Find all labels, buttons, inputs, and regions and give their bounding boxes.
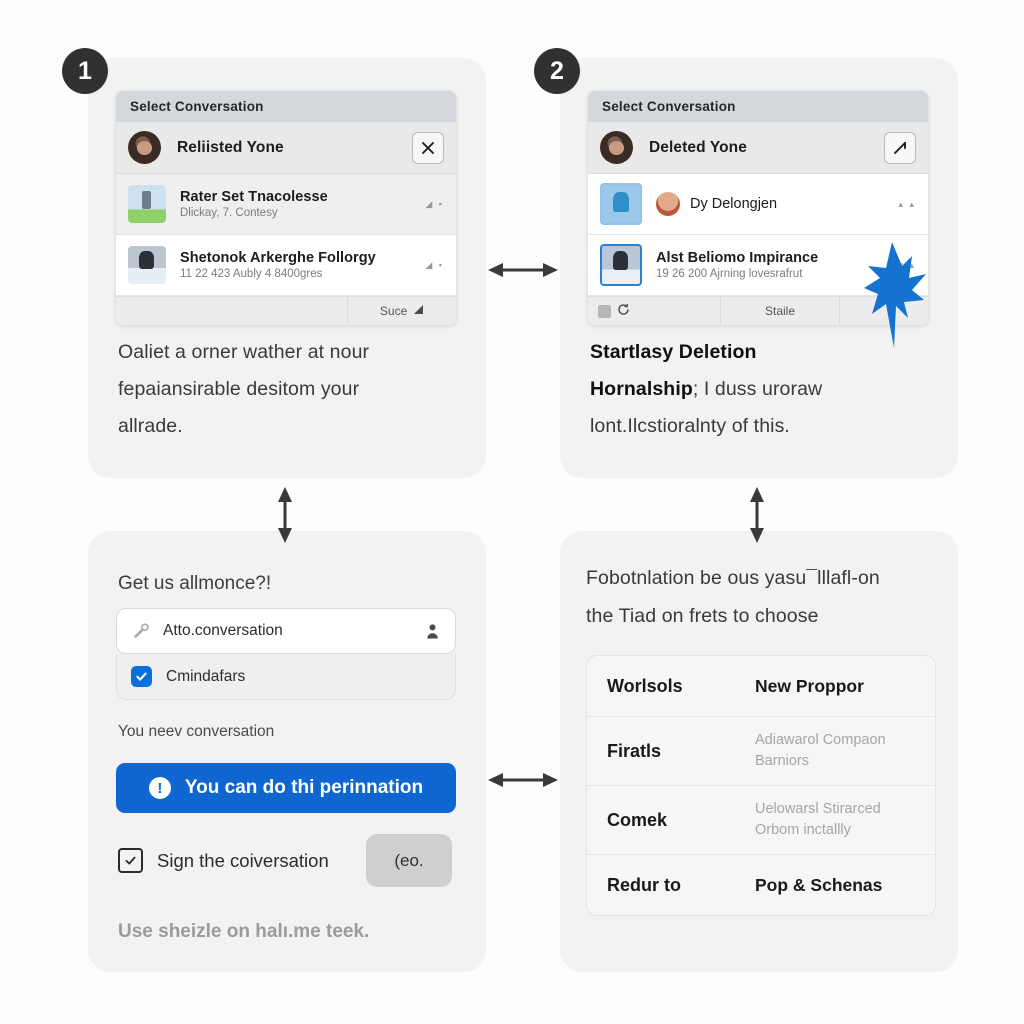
caption-line-2: the Tiad on frets to choose [586,605,819,627]
dialog-footer: Suce [116,296,456,325]
row-meta-icon: ◢ ▪ [425,259,444,270]
dialog-titlebar: Select Conversation [588,91,928,122]
table-cell-value: Uelowarsl Stirarced Orbom inctallly [755,801,881,838]
checkbox-row[interactable]: Cmindafars [116,654,456,700]
table-row[interactable]: Firatls Adiawarol Compaon Barniors [587,717,935,786]
table-header-row: Worlsols New Proppor [587,656,935,717]
close-icon[interactable] [412,131,444,164]
row-title: Dy Delongjen [656,192,892,216]
refresh-icon [617,303,630,319]
panel-form: Get us allmonce?! Atto.conversation Cmin… [88,531,486,972]
dialog-header-row[interactable]: Deleted Yone [588,122,928,174]
footer-right-label: Suce [379,304,408,318]
connector-top-horizontal [488,263,558,277]
step-badge-1: 1 [62,48,108,94]
edit-pencil-icon[interactable] [884,131,916,164]
tag-icon [131,621,151,641]
caption-rest-1: ; I duss uroraw [692,378,823,400]
caption-line-3: allrade. [118,415,183,437]
blue-pointer-cursor [864,242,926,348]
row-meta-icon: ◢ ▪ [425,198,444,209]
panel-step-1: Select Conversation Reliisted Yone Rater… [88,58,486,478]
row-thumbnail [128,246,166,284]
table-row[interactable]: Comek Uelowarsl Stirarced Orbom inctalll… [587,786,935,855]
footer-right-cell[interactable]: Suce [348,297,456,325]
alert-icon: ! [148,777,171,799]
primary-action-button[interactable]: ! You can do thi perinnation [116,763,456,813]
inline-avatar-icon [656,192,680,216]
row-meta-icon: ▴ ▴ [898,198,916,209]
table-header-col-2: New Proppor [755,676,864,696]
caption-bold-2: Hornalship [590,378,693,400]
table-cell-label: Firatls [607,740,662,761]
sign-conversation-row[interactable]: Sign the coiversation [118,848,329,873]
table-header-col-1: Worlsols [607,675,683,696]
caption-line-3: lont.Ilcstioralnty of this. [590,415,790,437]
comparison-table: Worlsols New Proppor Firatls Adiawarol C… [586,655,936,916]
row-subtitle: 19 26 200 Ajrning lovesrafrut [656,268,803,280]
row-title: Rater Set Tnacolesse [180,189,328,205]
caption-line-1: Fobotnlation be ous yasu¯lllafl-on [586,567,880,589]
caption-line-1: Oaliet a orner wather at nour [118,341,370,363]
connector-left-vertical [278,487,292,543]
sign-conversation-label: Sign the coiversation [157,849,329,871]
panel-table: Fobotnlation be ous yasu¯lllafl-on the T… [560,531,958,972]
row-thumbnail [600,183,642,225]
caption-bold-1: Startlasy Deletion [590,341,757,363]
secondary-button[interactable]: (eo. [366,834,452,887]
table-cell-label: Redur to [607,874,681,895]
send-icon [413,304,424,318]
form-heading: Get us allmonce?! [118,573,272,594]
footer-left-cell[interactable] [116,297,349,325]
form-footnote: Use sheizle on halı.me teek. [118,921,370,942]
row-title: Shetonok Arkerghe Follorgy [180,250,376,266]
stop-square-icon [598,304,611,318]
table-row[interactable]: Shetonok Arkerghe Follorgy 11 22 423 Aub… [116,235,456,296]
panel-1-caption: Oaliet a orner wather at nour fepaiansir… [118,334,458,445]
conversation-dialog-1: Select Conversation Reliisted Yone Rater… [116,91,456,325]
primary-action-label: You can do thi perinnation [184,777,424,798]
row-thumbnail [600,244,642,286]
dialog-titlebar: Select Conversation [116,91,456,122]
panel-2-caption: Startlasy Deletion Hornalship; I duss ur… [590,334,930,445]
search-input-value: Atto.conversation [163,622,283,639]
dialog-header-row[interactable]: Reliisted Yone [116,122,456,174]
avatar [600,131,633,164]
table-row[interactable]: Redur to Pop & Schenas [587,855,935,915]
row-subtitle: Dlickay, 7. Contesy [180,207,278,219]
dialog-header-name: Reliisted Yone [177,138,284,156]
table-cell-label: Comek [607,809,668,830]
checkbox-row-label: Cmindafars [166,667,246,685]
search-input[interactable]: Atto.conversation [116,608,456,654]
checkbox-outline-icon[interactable] [118,848,143,873]
row-title: Alst Beliomo Impirance [656,250,819,266]
checkbox-checked-icon[interactable] [131,666,152,687]
table-row[interactable]: Dy Delongjen ▴ ▴ [588,174,928,235]
footer-middle-cell[interactable]: Staile [721,297,840,325]
avatar [128,131,161,164]
connector-bottom-horizontal [488,773,558,787]
diagram-canvas: Select Conversation Reliisted Yone Rater… [0,0,1024,1024]
footer-left-cell[interactable] [588,297,722,325]
row-subtitle: 11 22 423 Aubly 4 8400gres [180,268,323,280]
helper-text: You neev conversation [118,723,275,740]
person-icon[interactable] [424,623,441,640]
table-cell-value: Pop & Schenas [755,875,883,895]
panel-4-caption: Fobotnlation be ous yasu¯lllafl-on the T… [586,559,936,635]
dialog-header-name: Deleted Yone [649,138,747,156]
table-cell-value: Adiawarol Compaon Barniors [755,732,886,769]
table-row[interactable]: Rater Set Tnacolesse Dlickay, 7. Contesy… [116,174,456,235]
row-thumbnail [128,185,166,223]
connector-right-vertical [750,487,764,543]
step-badge-2: 2 [534,48,580,94]
caption-line-2: fepaiansirable desitom your [118,378,360,400]
row-title-label: Dy Delongjen [690,196,778,212]
